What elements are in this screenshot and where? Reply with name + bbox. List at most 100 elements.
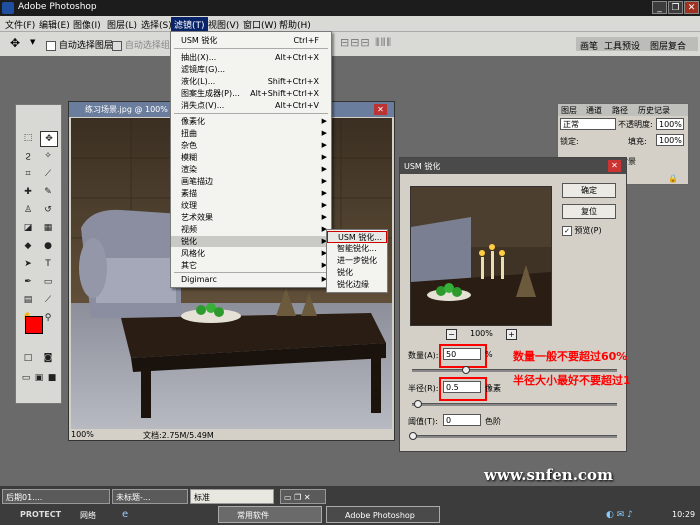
tray-icons[interactable]: ◐ ✉ ♪ (606, 510, 633, 520)
path-select-icon[interactable]: ➤ (20, 257, 36, 271)
network-label[interactable]: 网络 (80, 510, 96, 521)
threshold-slider[interactable] (412, 435, 617, 438)
eraser-tool-icon[interactable]: ◪ (20, 221, 36, 235)
blur-tool-icon[interactable]: ◆ (20, 239, 36, 253)
zoom-in-icon[interactable]: + (506, 329, 517, 340)
menu-item-pattern-maker[interactable]: 图案生成器(P)... Alt+Shift+Ctrl+X (171, 88, 331, 99)
move-tool-icon[interactable]: ✥ (10, 36, 20, 50)
restore-icon[interactable]: ❐ (668, 1, 683, 14)
submenu-item-usm[interactable]: USM 锐化... (327, 231, 387, 243)
menu-item-sharpen[interactable]: 锐化 ▶ (171, 236, 331, 247)
notes-tool-icon[interactable]: ▤ (20, 293, 36, 307)
dodge-tool-icon[interactable]: ● (40, 239, 56, 253)
menu-filter[interactable]: 滤镜(T) (171, 17, 208, 32)
menu-help[interactable]: 帮助(H) (276, 17, 314, 32)
menu-view[interactable]: 视图(V) (205, 17, 242, 32)
doc-controls[interactable]: ▭ ❐ ✕ (280, 489, 326, 504)
blend-mode-select[interactable]: 正常 (560, 118, 616, 130)
crop-tool-icon[interactable]: ⌗ (20, 167, 36, 181)
amount-slider-thumb[interactable] (462, 366, 470, 374)
minimized-doc-2[interactable]: 未标题-... (112, 489, 188, 504)
submenu-item-sharpen-more[interactable]: 进一步锐化 (327, 255, 387, 267)
menu-item-extract[interactable]: 抽出(X)... Alt+Ctrl+X (171, 52, 331, 63)
menu-item-distort[interactable]: 扭曲 ▶ (171, 128, 331, 139)
slice-tool-icon[interactable]: ⟋ (40, 167, 56, 181)
tab-tool-presets[interactable]: 工具预设 (604, 39, 640, 52)
tab-layers[interactable]: 图层 (561, 105, 577, 116)
menu-item-vanishing-point[interactable]: 消失点(V)... Alt+Ctrl+V (171, 100, 331, 111)
reset-button[interactable]: 复位 (562, 204, 616, 219)
menu-item-artistic[interactable]: 艺术效果 ▶ (171, 212, 331, 223)
pen-tool-icon[interactable]: ✒ (20, 275, 36, 289)
menu-item-noise[interactable]: 杂色 ▶ (171, 140, 331, 151)
menu-window[interactable]: 窗口(W) (240, 17, 280, 32)
zoom-out-icon[interactable]: − (446, 329, 457, 340)
radius-slider-thumb[interactable] (414, 400, 422, 408)
type-tool-icon[interactable]: T (40, 257, 56, 271)
dialog-close-icon[interactable]: ✕ (608, 160, 621, 172)
menu-item-stylize[interactable]: 风格化 ▶ (171, 248, 331, 259)
menu-edit[interactable]: 编辑(E) (36, 17, 73, 32)
menu-item-blur[interactable]: 模糊 ▶ (171, 152, 331, 163)
threshold-field[interactable]: 0 (443, 414, 481, 426)
quick-mask-icon[interactable]: ◙ (40, 351, 56, 365)
screen-mode-3-icon[interactable]: ■ (44, 371, 60, 385)
menu-item-digimarc[interactable]: Digimarc ▶ (171, 274, 331, 285)
tab-brushes[interactable]: 画笔 (580, 39, 598, 52)
menu-item-liquify[interactable]: 液化(L)... Shift+Ctrl+X (171, 76, 331, 87)
tab-paths[interactable]: 路径 (612, 105, 628, 116)
fill-field[interactable]: 100% (656, 134, 684, 146)
align-icon-group[interactable]: ⊟⊟⊟ ⫴⫴⫴ (340, 36, 392, 50)
menu-item-pixelate[interactable]: 像素化 ▶ (171, 116, 331, 127)
menu-item-usm-last[interactable]: USM 锐化 Ctrl+F (171, 35, 331, 46)
task-photoshop[interactable]: Adobe Photoshop (326, 506, 440, 523)
chevron-down-icon[interactable]: ▼ (30, 38, 35, 46)
move-tool-icon-box[interactable]: ✥ (40, 131, 58, 147)
menu-item-brush-strokes[interactable]: 画笔描边 ▶ (171, 176, 331, 187)
threshold-slider-thumb[interactable] (409, 432, 417, 440)
document-close-icon[interactable]: ✕ (374, 104, 387, 115)
submenu-item-sharpen-edges[interactable]: 锐化边缘 (327, 279, 387, 291)
menu-image[interactable]: 图像(I) (70, 17, 104, 32)
tab-history[interactable]: 历史记录 (638, 105, 670, 116)
preview-checkbox[interactable]: ✓ 预览(P) (562, 225, 602, 236)
menu-file[interactable]: 文件(F) (2, 17, 38, 32)
submenu-item-smart-sharpen[interactable]: 智能锐化... (327, 243, 387, 255)
task-common-software[interactable]: 常用软件 (218, 506, 322, 523)
ime-bar[interactable]: 标准 (190, 489, 274, 504)
standard-mode-icon[interactable]: □ (20, 351, 36, 365)
tab-layer-comps[interactable]: 图层复合 (650, 39, 686, 52)
menu-select[interactable]: 选择(S) (138, 17, 175, 32)
magic-wand-icon[interactable]: ✧ (40, 149, 56, 163)
ie-icon[interactable]: e (122, 509, 128, 520)
history-brush-icon[interactable]: ↺ (40, 203, 56, 217)
zoom-level[interactable]: 100% (71, 430, 94, 439)
auto-select-layer-checkbox[interactable]: 自动选择图层 (46, 38, 113, 51)
usm-preview[interactable] (410, 186, 552, 326)
submenu-item-sharpen[interactable]: 锐化 (327, 267, 387, 279)
menu-item-other[interactable]: 其它 ▶ (171, 260, 331, 271)
tab-channels[interactable]: 通道 (586, 105, 602, 116)
close-icon[interactable]: ✕ (684, 1, 699, 14)
auto-select-group-checkbox[interactable]: 自动选择组 (112, 38, 170, 51)
healing-brush-icon[interactable]: ✚ (20, 185, 36, 199)
menu-item-render[interactable]: 渲染 ▶ (171, 164, 331, 175)
marquee-tool-icon[interactable]: ⬚ (20, 131, 36, 145)
opacity-field[interactable]: 100% (656, 118, 684, 130)
lasso-tool-icon[interactable]: ϩ (20, 149, 36, 163)
menu-layer[interactable]: 图层(L) (104, 17, 140, 32)
menu-item-sketch[interactable]: 素描 ▶ (171, 188, 331, 199)
minimize-icon[interactable]: _ (652, 1, 667, 14)
eyedropper-icon[interactable]: ⟋ (40, 293, 56, 307)
gradient-tool-icon[interactable]: ▦ (40, 221, 56, 235)
clone-stamp-icon[interactable]: ♙ (20, 203, 36, 217)
foreground-color-swatch[interactable] (25, 316, 43, 334)
ok-button[interactable]: 确定 (562, 183, 616, 198)
brush-tool-icon[interactable]: ✎ (40, 185, 56, 199)
shape-tool-icon[interactable]: ▭ (40, 275, 56, 289)
menu-item-filter-gallery[interactable]: 滤镜库(G)... (171, 64, 331, 75)
minimized-doc-1[interactable]: 后期01.... (2, 489, 110, 504)
radius-slider[interactable] (412, 403, 617, 406)
menu-item-video[interactable]: 视频 ▶ (171, 224, 331, 235)
menu-item-texture[interactable]: 纹理 ▶ (171, 200, 331, 211)
